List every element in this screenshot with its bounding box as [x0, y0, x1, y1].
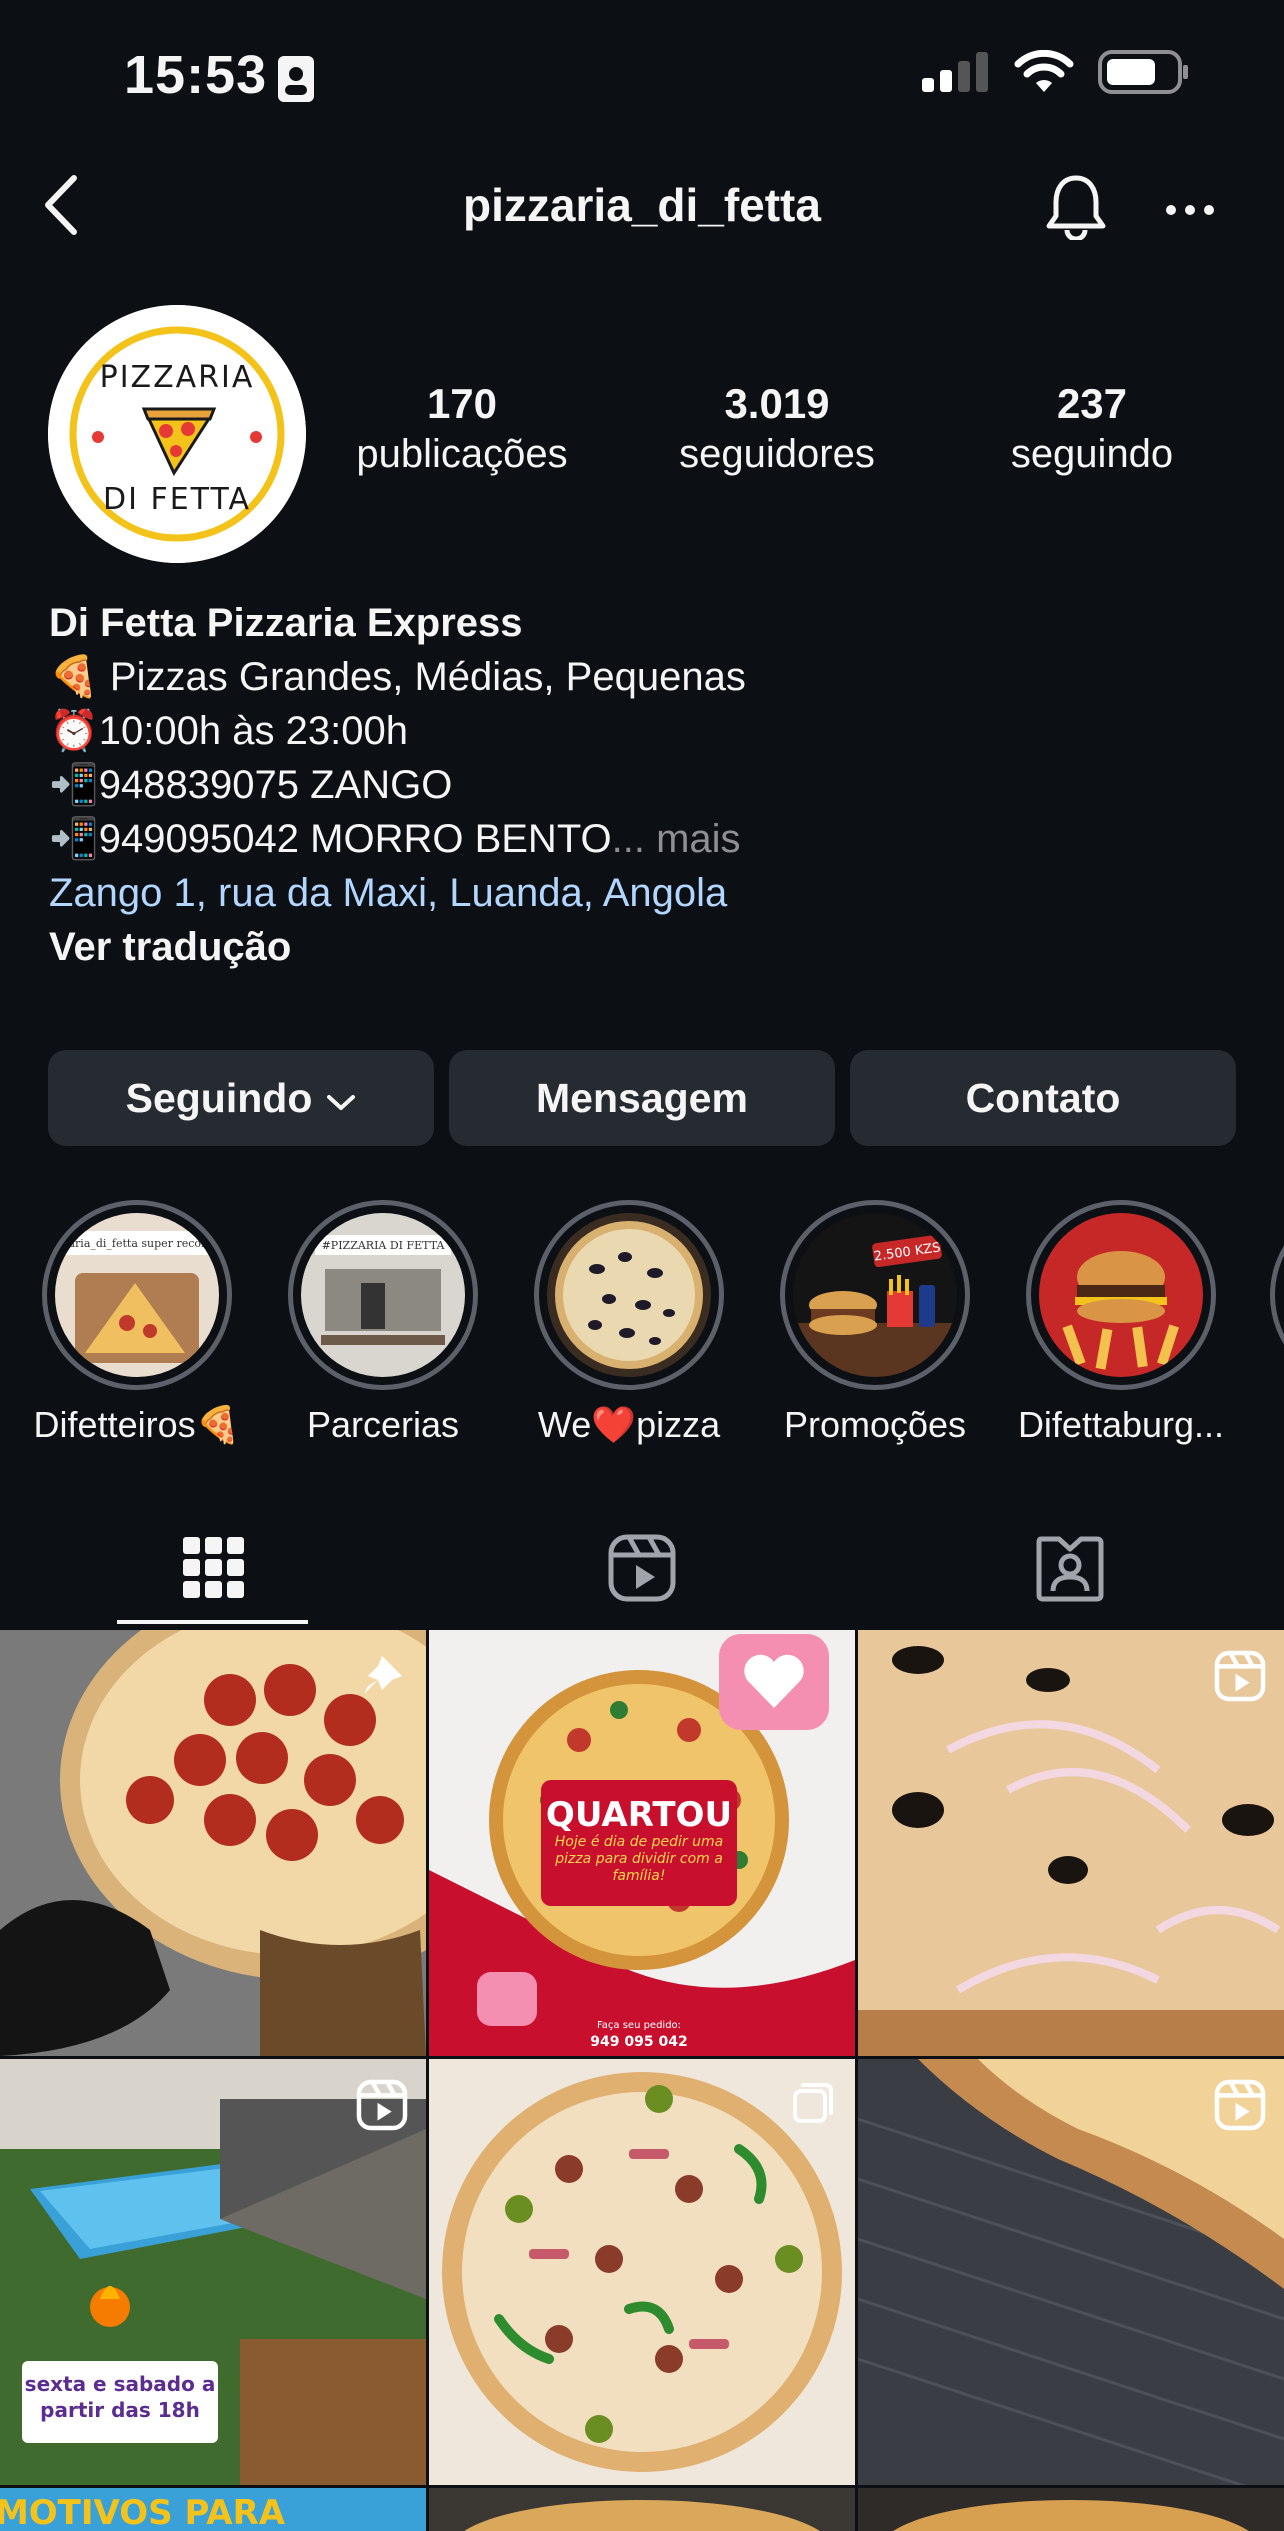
tagged-icon [1035, 1533, 1105, 1608]
stat-posts-value: 170 [426, 380, 498, 427]
message-button[interactable]: Mensagem [449, 1050, 835, 1146]
stat-posts-label: publicações [356, 432, 568, 476]
tab-tagged[interactable] [856, 1520, 1284, 1620]
highlight-cover [547, 1213, 711, 1377]
post-supreme-pizza-carousel[interactable] [429, 2059, 855, 2485]
post-caption: MOTIVOS PARA [0, 2493, 286, 2531]
highlight-ring [1026, 1200, 1216, 1390]
highlight-label: We❤️pizza [537, 1404, 721, 1445]
following-button[interactable]: Seguindo [48, 1050, 434, 1146]
tab-posts-grid[interactable] [0, 1520, 428, 1620]
highlight-ring: #PIZZARIA DI FETTA [288, 1200, 478, 1390]
post-quartou-promo[interactable]: QUARTOU Hoje é dia de pedir uma pizza par… [429, 1630, 855, 2056]
post-footer-label: Faça seu pedido: [597, 2020, 681, 2031]
highlight-cover: @pizzaria_di_fetta super recomendo [55, 1213, 219, 1377]
bio-line: 🍕 Pizzas Grandes, Médias, Pequenas [49, 655, 746, 699]
pinned-icon [352, 1650, 408, 1711]
avatar-text-top: PIZZARIA [100, 360, 255, 395]
highlight-label: Parcerias [306, 1404, 460, 1445]
more-link[interactable]: ... mais [612, 817, 741, 861]
grid-icon [183, 1536, 245, 1604]
signal-icon [922, 52, 990, 97]
highlight-label: Difettaburg... [1017, 1404, 1225, 1445]
highlight-ring: 2.500 KZS [780, 1200, 970, 1390]
post-footer-phone: 949 095 042 [590, 2034, 687, 2050]
notifications-bell-icon[interactable] [1040, 170, 1112, 242]
battery-icon [1098, 50, 1190, 99]
profile-avatar[interactable]: PIZZARIA DI FETTA [48, 305, 306, 563]
stat-followers-value: 3.019 [724, 380, 830, 427]
profile-name: Di Fetta Pizzaria Express [49, 601, 523, 645]
reels-icon [607, 1533, 677, 1608]
post-crust-closeup-reel[interactable] [858, 2059, 1284, 2485]
post-pool-venue-reel[interactable]: sexta e sabado a partir das 18h [0, 2059, 426, 2485]
highlight-label: Promoções [783, 1404, 967, 1445]
highlight-difettaburger[interactable]: Difettaburg... [1016, 1200, 1226, 1446]
post-grid-item[interactable] [858, 2488, 1284, 2531]
highlight-ring [534, 1200, 724, 1390]
stat-followers-label: seguidores [679, 432, 875, 476]
highlight-difetteiros[interactable]: @pizzaria_di_fetta super recomendo Difet… [32, 1200, 242, 1446]
carousel-icon [789, 2079, 837, 2132]
highlight-promocoes[interactable]: 2.500 KZS Promoções [770, 1200, 980, 1446]
highlight-parcerias[interactable]: #PIZZARIA DI FETTA Parcerias [278, 1200, 488, 1446]
highlight-cover-caption: @pizzaria_di_fetta super recomendo [55, 1237, 219, 1250]
avatar-text-bottom: DI FETTA [103, 482, 251, 517]
post-grid-item[interactable] [429, 2488, 855, 2531]
translate-link[interactable]: Ver tradução [49, 920, 1239, 974]
reel-icon [1214, 2079, 1266, 2136]
highlight-cover [1039, 1213, 1203, 1377]
stat-followers[interactable]: 3.019 seguidores [647, 380, 907, 477]
stat-posts[interactable]: 170 publicações [332, 380, 592, 477]
more-options-icon[interactable] [1160, 190, 1220, 230]
status-indicators [922, 49, 1190, 99]
post-motivos-para[interactable]: MOTIVOS PARA [0, 2488, 426, 2531]
stat-following[interactable]: 237 seguindo [962, 380, 1222, 477]
bio-line: ⏰10:00h às 23:00h [49, 709, 408, 753]
highlight-ring: @pizzaria_di_fetta super recomendo [42, 1200, 232, 1390]
active-tab-indicator [117, 1620, 308, 1624]
stat-following-label: seguindo [1010, 432, 1174, 476]
highlight-cover: #PIZZARIA DI FETTA [301, 1213, 465, 1377]
id-card-icon [276, 54, 316, 109]
post-caption: sexta e sabado a partir das 18h [24, 2372, 216, 2422]
highlight-cover: 2.500 KZS [793, 1213, 957, 1377]
bio-line: 📲949095042 MORRO BENTO [49, 817, 612, 861]
post-title: QUARTOU [546, 1795, 732, 1835]
post-pepperoni-pizza[interactable] [0, 1630, 426, 2056]
reel-icon [356, 2079, 408, 2136]
highlight-label: Difetteiros🍕 [33, 1404, 241, 1445]
highlight-we-love-pizza[interactable]: We❤️pizza [524, 1200, 734, 1446]
profile-bio: Di Fetta Pizzaria Express 🍕 Pizzas Grand… [49, 596, 1239, 974]
status-time: 15:53 [124, 45, 268, 105]
tab-reels[interactable] [428, 1520, 856, 1620]
location-link[interactable]: Zango 1, rua da Maxi, Luanda, Angola [49, 866, 1239, 920]
reel-icon [1214, 1650, 1266, 1707]
post-subtitle: Hoje é dia de pedir uma pizza para divid… [554, 1834, 724, 1884]
stat-following-value: 237 [1056, 380, 1128, 427]
bio-line: 📲948839075 ZANGO [49, 763, 453, 807]
highlight-cover-caption: #PIZZARIA DI FETTA [322, 1239, 446, 1252]
following-button-label: Seguindo [125, 1074, 313, 1121]
wifi-icon [1014, 49, 1074, 99]
chevron-down-icon [326, 1075, 356, 1122]
highlight-partial [1270, 1200, 1284, 1390]
bio-line-last: 📲949095042 MORRO BENTO... mais [49, 812, 1239, 866]
post-onion-olive-pizza-reel[interactable] [858, 1630, 1284, 2056]
contact-button[interactable]: Contato [850, 1050, 1236, 1146]
